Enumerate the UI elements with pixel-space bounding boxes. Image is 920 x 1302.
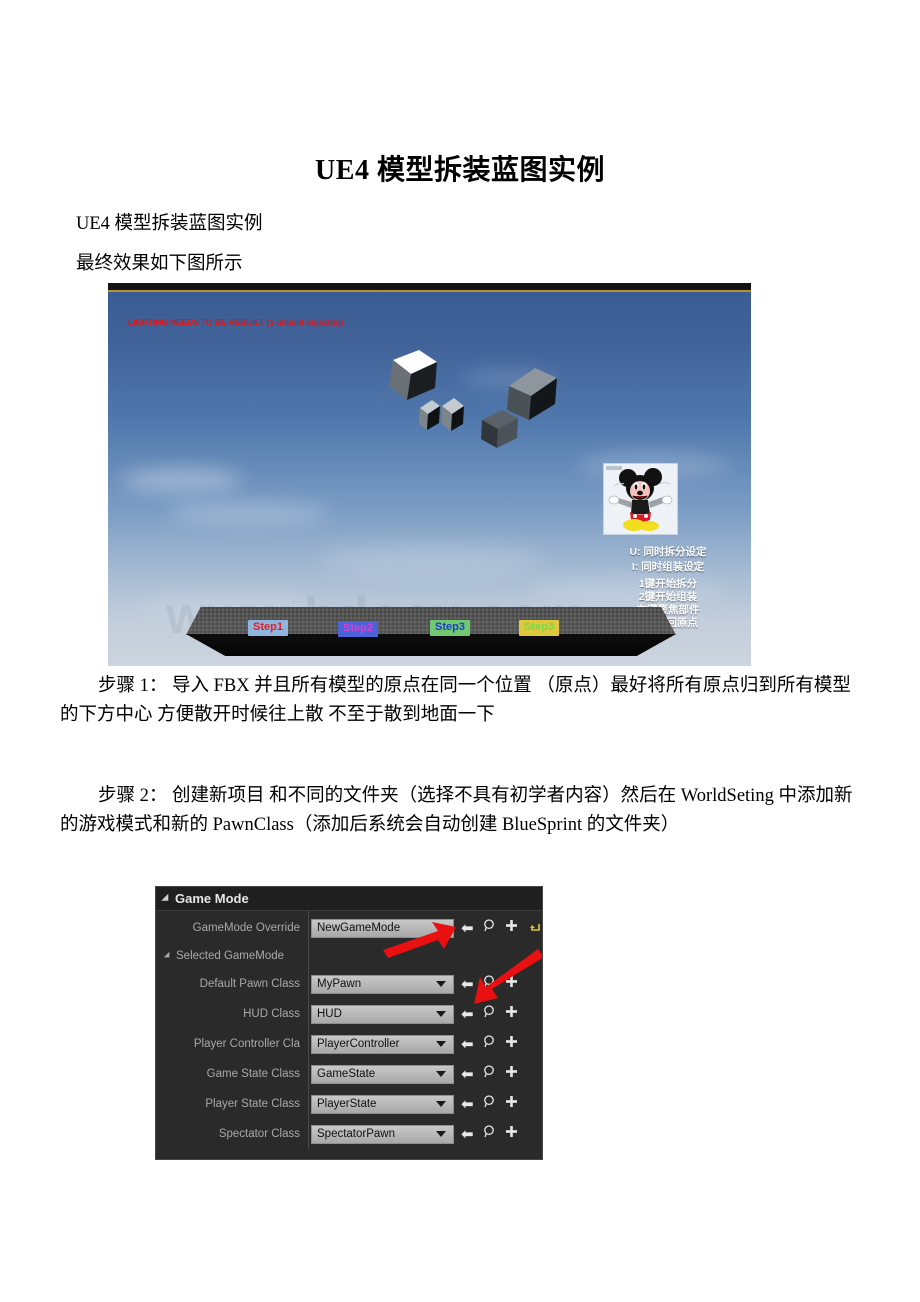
- row-label: GameMode Override: [192, 922, 300, 934]
- back-arrow-icon[interactable]: ⬅: [461, 1067, 474, 1082]
- player-controller-class-dropdown[interactable]: PlayerController: [311, 1034, 454, 1054]
- back-arrow-icon[interactable]: ⬅: [461, 977, 474, 992]
- row-player-state-class: Player State Class PlayerState ⬅: [156, 1089, 542, 1119]
- dropdown-value: HUD: [317, 1008, 342, 1020]
- step-button-3[interactable]: Step3: [430, 620, 470, 636]
- mickey-mouse-image: [603, 463, 678, 535]
- magnifier-icon[interactable]: [483, 1035, 496, 1053]
- row-gamemode-override: GameMode Override NewGameMode ⬅: [156, 913, 542, 943]
- subtitle-line-2: 最终效果如下图所示: [76, 254, 243, 274]
- magnifier-icon[interactable]: [483, 1125, 496, 1143]
- row-player-controller-class: Player Controller Cla PlayerController ⬅: [156, 1029, 542, 1059]
- plus-icon[interactable]: [505, 1125, 518, 1143]
- game-mode-panel: Game Mode GameMode Override NewGameMode …: [155, 886, 543, 1160]
- dropdown-value: MyPawn: [317, 978, 362, 990]
- row-actions: ⬅: [461, 975, 518, 993]
- back-arrow-icon[interactable]: ⬅: [461, 1037, 474, 1052]
- chevron-down-icon[interactable]: [436, 1011, 446, 1017]
- magnifier-icon[interactable]: [483, 1005, 496, 1023]
- row-label: Default Pawn Class: [199, 978, 300, 990]
- row-actions: ⬅: [461, 1095, 518, 1113]
- game-mode-panel-title: Game Mode: [175, 891, 249, 906]
- default-pawn-class-dropdown[interactable]: MyPawn: [311, 974, 454, 994]
- cloud-decoration: [168, 502, 328, 524]
- player-state-class-dropdown[interactable]: PlayerState: [311, 1094, 454, 1114]
- dropdown-value: SpectatorPawn: [317, 1128, 395, 1140]
- row-actions: ⬅: [461, 1005, 518, 1023]
- step-button-1[interactable]: Step1: [248, 620, 288, 636]
- sky-background: www.bdocx.com LIGHTING NEEDS TO BE REBUI…: [108, 292, 751, 666]
- game-screenshot-figure: www.bdocx.com LIGHTING NEEDS TO BE REBUI…: [108, 283, 751, 666]
- row-label: Player State Class: [205, 1098, 300, 1110]
- platform-side-face: [186, 634, 676, 656]
- step2-paragraph: 步骤 2： 创建新项目 和不同的文件夹（选择不具有初学者内容）然后在 World…: [60, 786, 853, 835]
- document-page: UE4 模型拆装蓝图实例 UE4 模型拆装蓝图实例 最终效果如下图所示 www.…: [0, 0, 920, 1302]
- expand-triangle-icon[interactable]: [163, 951, 173, 961]
- dropdown-value: PlayerState: [317, 1098, 377, 1110]
- magnifier-icon[interactable]: [483, 1095, 496, 1113]
- hud-class-dropdown[interactable]: HUD: [311, 1004, 454, 1024]
- game-state-class-dropdown[interactable]: GameState: [311, 1064, 454, 1084]
- plus-icon[interactable]: [505, 1065, 518, 1083]
- plus-icon[interactable]: [505, 1005, 518, 1023]
- chevron-down-icon[interactable]: [436, 981, 446, 987]
- dropdown-value: GameState: [317, 1068, 376, 1080]
- step1-paragraph: 步骤 1： 导入 FBX 并且所有模型的原点在同一个位置 （原点）最好将所有原点…: [60, 676, 851, 725]
- chevron-down-icon[interactable]: [436, 1101, 446, 1107]
- back-arrow-icon[interactable]: ⬅: [461, 921, 474, 936]
- hud-line-1: U: 同时拆分设定: [629, 546, 707, 558]
- plus-icon[interactable]: [505, 919, 518, 937]
- hud-line-3: 1键开始拆分: [638, 578, 698, 590]
- row-default-pawn-class: Default Pawn Class MyPawn ⬅: [156, 969, 542, 999]
- selected-gamemode-section[interactable]: Selected GameMode: [156, 943, 542, 969]
- selected-gamemode-label: Selected GameMode: [176, 950, 285, 962]
- hud-line-2: I: 同时组装设定: [631, 561, 705, 573]
- dropdown-value: NewGameMode: [317, 922, 401, 934]
- row-label: Player Controller Cla: [193, 1038, 300, 1050]
- cloud-decoration: [122, 467, 242, 493]
- expand-triangle-icon[interactable]: [161, 893, 172, 904]
- hud-line-4: 2键开始组装: [638, 591, 698, 603]
- row-hud-class: HUD Class HUD ⬅: [156, 999, 542, 1029]
- dropdown-value: PlayerController: [317, 1038, 400, 1050]
- row-label: Spectator Class: [218, 1128, 300, 1140]
- back-arrow-icon[interactable]: ⬅: [461, 1097, 474, 1112]
- row-actions: ⬅: [461, 919, 541, 937]
- viewport-top-bar: [108, 283, 751, 292]
- game-mode-panel-body: GameMode Override NewGameMode ⬅ Selected…: [156, 911, 542, 1149]
- game-mode-panel-header[interactable]: Game Mode: [156, 887, 542, 911]
- row-label: HUD Class: [243, 1008, 300, 1020]
- step-button-4[interactable]: Step3: [519, 620, 559, 636]
- cube-mesh: [478, 402, 522, 452]
- row-actions: ⬅: [461, 1035, 518, 1053]
- cloud-decoration: [318, 542, 548, 576]
- magnifier-icon[interactable]: [483, 975, 496, 993]
- step-button-2[interactable]: Step2: [338, 621, 378, 637]
- row-label: Game State Class: [206, 1068, 300, 1080]
- platform-mesh: Step1 Step2 Step3 Step3: [186, 607, 676, 657]
- row-actions: ⬅: [461, 1065, 518, 1083]
- spectator-class-dropdown[interactable]: SpectatorPawn: [311, 1124, 454, 1144]
- plus-icon[interactable]: [505, 1035, 518, 1053]
- row-spectator-class: Spectator Class SpectatorPawn ⬅: [156, 1119, 542, 1149]
- row-game-state-class: Game State Class GameState ⬅: [156, 1059, 542, 1089]
- reset-arrow-icon[interactable]: [529, 922, 541, 935]
- back-arrow-icon[interactable]: ⬅: [461, 1007, 474, 1022]
- plus-icon[interactable]: [505, 1095, 518, 1113]
- page-title: UE4 模型拆装蓝图实例: [315, 155, 605, 186]
- cube-mesh-split: [418, 398, 466, 436]
- plus-icon[interactable]: [505, 975, 518, 993]
- lighting-warning-text: LIGHTING NEEDS TO BE REBUILT (1 unbuilt …: [128, 317, 344, 327]
- magnifier-icon[interactable]: [483, 1065, 496, 1083]
- chevron-down-icon[interactable]: [436, 1071, 446, 1077]
- back-arrow-icon[interactable]: ⬅: [461, 1127, 474, 1142]
- gamemode-override-dropdown[interactable]: NewGameMode: [311, 918, 454, 938]
- subtitle-line-1: UE4 模型拆装蓝图实例: [76, 214, 263, 234]
- chevron-down-icon[interactable]: [436, 925, 446, 931]
- chevron-down-icon[interactable]: [436, 1041, 446, 1047]
- row-actions: ⬅: [461, 1125, 518, 1143]
- chevron-down-icon[interactable]: [436, 1131, 446, 1137]
- magnifier-icon[interactable]: [483, 919, 496, 937]
